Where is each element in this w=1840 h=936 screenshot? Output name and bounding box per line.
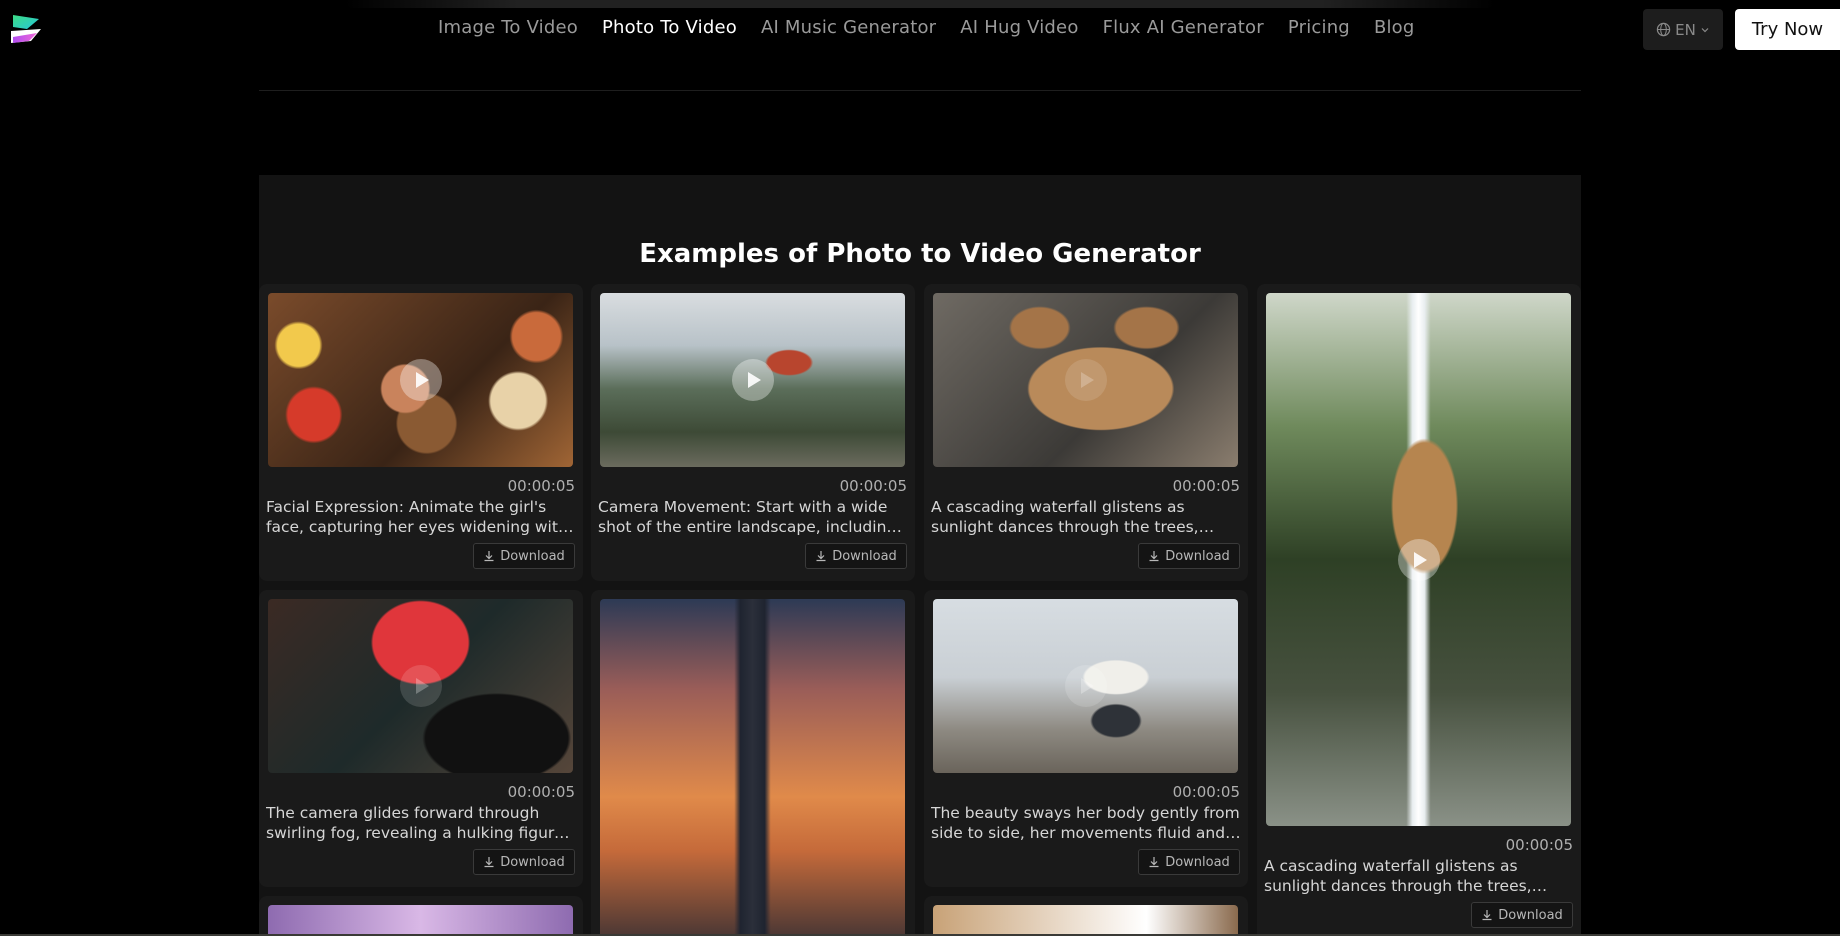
site-header: Image To Video Photo To Video AI Music G… (0, 0, 1840, 60)
video-thumbnail[interactable] (268, 293, 573, 467)
download-icon (483, 856, 495, 868)
video-duration: 00:00:05 (1172, 477, 1240, 495)
video-thumbnail[interactable] (268, 905, 573, 936)
example-card (924, 896, 1248, 936)
examples-section: Examples of Photo to Video Generator 00:… (259, 175, 1581, 936)
play-icon[interactable] (399, 665, 442, 707)
play-icon[interactable] (1064, 359, 1107, 401)
nav-ai-music-generator[interactable]: AI Music Generator (761, 17, 936, 38)
example-description: Facial Expression: Animate the girl's fa… (266, 498, 568, 536)
video-thumbnail[interactable] (600, 293, 905, 467)
video-duration: 00:00:05 (1172, 783, 1240, 801)
video-thumbnail[interactable] (268, 599, 573, 773)
example-card: 00:00:05 A cascading waterfall glistens … (924, 284, 1248, 581)
section-title: Examples of Photo to Video Generator (639, 239, 1201, 269)
example-description: The camera glides forward through swirli… (266, 804, 564, 842)
play-icon[interactable] (1397, 538, 1440, 581)
try-now-button[interactable]: Try Now (1735, 9, 1840, 50)
video-thumbnail[interactable] (1266, 293, 1571, 826)
play-icon[interactable] (1064, 665, 1107, 707)
video-duration: 00:00:05 (507, 477, 575, 495)
download-button[interactable]: Download (473, 849, 575, 875)
video-thumbnail[interactable] (933, 293, 1238, 467)
download-label: Download (500, 548, 565, 564)
header-glow (345, 0, 1495, 8)
example-description: Camera Movement: Start with a wide shot … (598, 498, 897, 536)
language-label: EN (1675, 20, 1696, 39)
video-thumbnail[interactable] (933, 905, 1238, 936)
download-button[interactable]: Download (805, 543, 907, 569)
header-divider (259, 90, 1581, 91)
download-icon (1481, 909, 1493, 921)
download-button[interactable]: Download (1138, 543, 1240, 569)
logo-icon[interactable] (9, 13, 45, 45)
video-thumbnail[interactable] (600, 599, 905, 936)
nav-ai-hug-video[interactable]: AI Hug Video (960, 17, 1078, 38)
nav-pricing[interactable]: Pricing (1288, 17, 1350, 38)
video-duration: 00:00:05 (507, 783, 575, 801)
example-description: The beauty sways her body gently from si… (931, 804, 1240, 842)
nav-image-to-video[interactable]: Image To Video (438, 17, 578, 38)
example-card: 00:00:05 Camera Movement: Start with a w… (591, 284, 915, 581)
download-label: Download (500, 854, 565, 870)
download-icon (483, 550, 495, 562)
download-icon (1148, 550, 1160, 562)
example-card: 00:00:05 Facial Expression: Animate the … (259, 284, 583, 581)
globe-icon (1656, 22, 1671, 37)
download-label: Download (1498, 907, 1563, 923)
download-icon (1148, 856, 1160, 868)
video-duration: 00:00:05 (839, 477, 907, 495)
download-label: Download (1165, 854, 1230, 870)
play-icon[interactable] (731, 359, 774, 401)
example-card: 00:00:05 The camera glides forward throu… (259, 590, 583, 887)
nav-flux-ai-generator[interactable]: Flux AI Generator (1103, 17, 1264, 38)
example-description: A cascading waterfall glistens as sunlig… (1264, 857, 1532, 895)
download-label: Download (1165, 548, 1230, 564)
download-button[interactable]: Download (473, 543, 575, 569)
download-label: Download (832, 548, 897, 564)
example-card: 00:00:05 The beauty sways her body gentl… (924, 590, 1248, 887)
chevron-down-icon (1700, 25, 1710, 35)
language-selector[interactable]: EN (1643, 9, 1723, 50)
download-icon (815, 550, 827, 562)
video-thumbnail[interactable] (933, 599, 1238, 773)
example-card (259, 896, 583, 936)
example-description: A cascading waterfall glistens as sunlig… (931, 498, 1199, 536)
example-card: 00:00:05 A cascading waterfall glistens … (1257, 284, 1581, 936)
nav-photo-to-video[interactable]: Photo To Video (602, 17, 737, 38)
example-card (591, 590, 915, 936)
download-button[interactable]: Download (1471, 902, 1573, 928)
nav-blog[interactable]: Blog (1374, 17, 1415, 38)
video-duration: 00:00:05 (1505, 836, 1573, 854)
play-icon[interactable] (399, 359, 442, 401)
download-button[interactable]: Download (1138, 849, 1240, 875)
main-nav: Image To Video Photo To Video AI Music G… (438, 17, 1439, 38)
